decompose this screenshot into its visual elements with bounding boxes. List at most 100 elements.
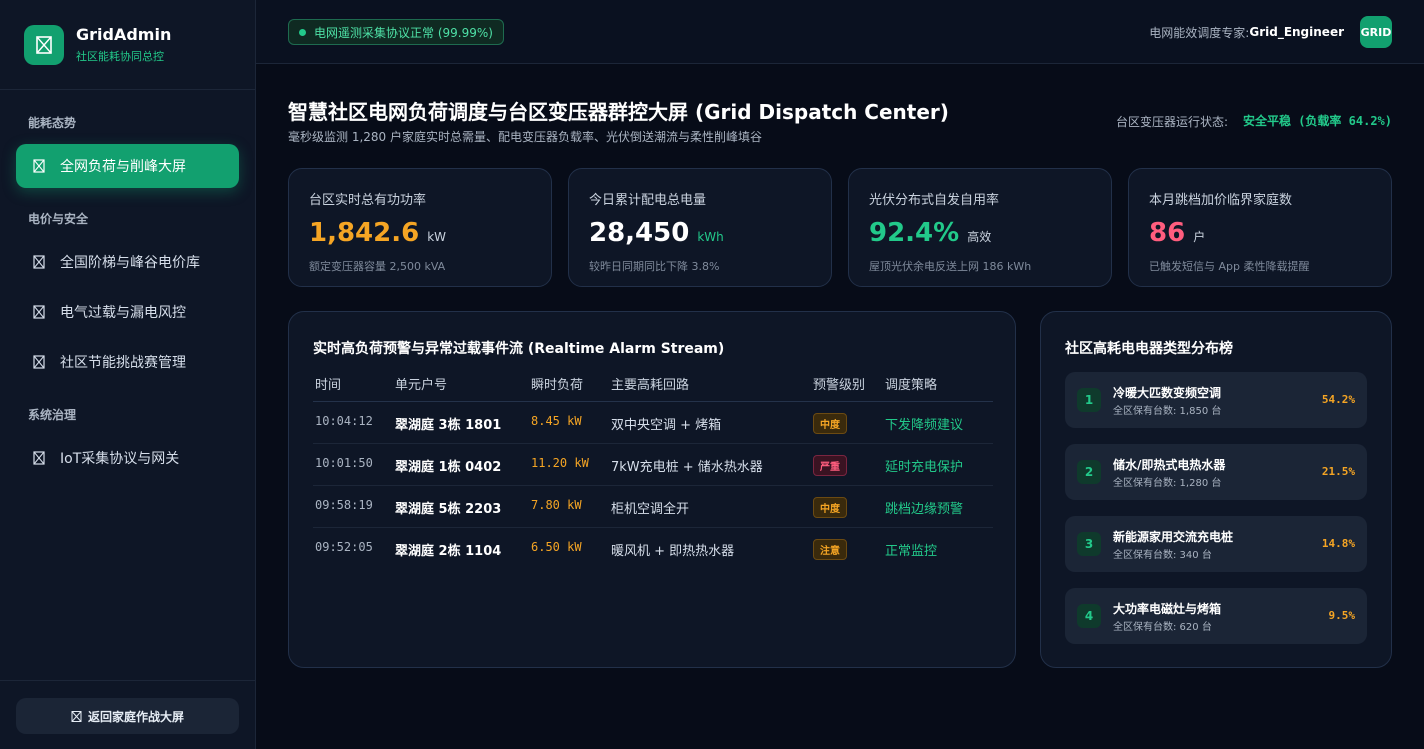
kpi-note: 较昨日同期同比下降 3.8% [589, 260, 720, 273]
nav-section-system: 系统治理 [28, 408, 77, 422]
brand: GridAdmin 社区能耗协同总控 [0, 0, 255, 90]
kpi-unit: 户 [1193, 230, 1206, 244]
cell-circuit: 暖风机 + 即热热水器 [611, 544, 735, 559]
kpi-label: 今日累计配电总电量 [589, 193, 707, 208]
col-level: 预警级别 [813, 378, 866, 393]
price-icon [32, 255, 46, 269]
table-row[interactable]: 09:52:05 翠湖庭 2栋 1104 6.50 kW 暖风机 + 即热热水器… [313, 528, 993, 570]
kpi-card-energy: 今日累计配电总电量 28,450 kWh 较昨日同期同比下降 3.8% [568, 168, 832, 287]
sidebar-item-label: IoT采集协议与网关 [60, 451, 180, 467]
kpi-note: 屋顶光伏余电反送上网 186 kWh [869, 260, 1032, 273]
sidebar-item-label: 全国阶梯与峰谷电价库 [60, 255, 200, 271]
nav-section-price: 电价与安全 [28, 212, 89, 226]
gateway-icon [32, 451, 46, 465]
rank-number: 4 [1077, 604, 1101, 628]
back-to-home-button[interactable]: 返回家庭作战大屏 [16, 698, 239, 734]
sidebar-item-price-library[interactable]: 全国阶梯与峰谷电价库 [16, 240, 239, 284]
user-area: 电网能效调度专家: Grid_Engineer GRID [1149, 16, 1392, 48]
rank-count: 全区保有台数: 1,850 台 [1113, 406, 1222, 417]
cell-load: 7.80 kW [531, 498, 582, 512]
sidebar-item-risk-control[interactable]: 电气过载与漏电风控 [16, 290, 239, 334]
kpi-value: 28,450 [589, 218, 690, 248]
appliance-ranking-panel: 社区高耗电电器类型分布榜 1 冷暖大匹数变频空调 全区保有台数: 1,850 台… [1040, 311, 1392, 668]
cell-time: 10:04:12 [315, 414, 373, 428]
col-unit: 单元户号 [395, 378, 448, 393]
dispatch-action-link[interactable]: 正常监控 [885, 540, 937, 559]
back-icon [71, 710, 82, 722]
cell-unit: 翠湖庭 5栋 2203 [395, 502, 502, 517]
cell-time: 09:52:05 [315, 540, 373, 554]
rank-number: 3 [1077, 532, 1101, 556]
challenge-icon [32, 355, 46, 369]
kpi-label: 本月跳档加价临界家庭数 [1149, 193, 1293, 208]
brand-subtitle: 社区能耗协同总控 [76, 50, 164, 63]
status-text: 电网遥测采集协议正常 (99.99%) [314, 25, 493, 40]
user-name: Grid_Engineer [1249, 25, 1344, 39]
cell-unit: 翠湖庭 2栋 1104 [395, 544, 502, 559]
kpi-unit: 高效 [967, 230, 992, 244]
sidebar: GridAdmin 社区能耗协同总控 能耗态势 全网负荷与削峰大屏 电价与安全 … [0, 0, 256, 749]
list-item[interactable]: 2 储水/即热式电热水器 全区保有台数: 1,280 台 21.5% [1065, 444, 1367, 500]
kpi-card-tier-households: 本月跳档加价临界家庭数 86 户 已触发短信与 App 柔性降载提醒 [1128, 168, 1392, 287]
nav-section-energy: 能耗态势 [28, 116, 77, 130]
sidebar-item-label: 社区节能挑战赛管理 [60, 355, 186, 371]
rank-number: 1 [1077, 388, 1101, 412]
status-dot-icon [299, 28, 306, 36]
kpi-unit: kWh [697, 230, 724, 244]
logo-icon [24, 24, 64, 65]
kpi-card-solar: 光伏分布式自发自用率 92.4% 高效 屋顶光伏余电反送上网 186 kWh [848, 168, 1112, 287]
page-title: 智慧社区电网负荷调度与台区变压器群控大屏 (Grid Dispatch Cent… [288, 100, 949, 124]
rank-count: 全区保有台数: 620 台 [1113, 622, 1212, 633]
kpi-label: 光伏分布式自发自用率 [869, 193, 1000, 208]
cell-load: 11.20 kW [531, 456, 589, 470]
col-time: 时间 [315, 378, 342, 393]
rank-name: 新能源家用交流充电桩 [1113, 530, 1234, 544]
risk-icon [32, 305, 46, 319]
telemetry-status-badge: 电网遥测采集协议正常 (99.99%) [288, 19, 504, 45]
rank-percent: 14.8% [1321, 537, 1355, 550]
sidebar-item-label: 电气过载与漏电风控 [60, 305, 186, 321]
kpi-unit: kW [427, 230, 447, 244]
sidebar-item-iot-gateway[interactable]: IoT采集协议与网关 [16, 436, 239, 480]
avatar[interactable]: GRID [1360, 16, 1392, 48]
back-button-label: 返回家庭作战大屏 [87, 709, 184, 724]
dispatch-action-link[interactable]: 下发降频建议 [885, 414, 963, 433]
col-circuit: 主要高耗回路 [611, 378, 690, 393]
col-load: 瞬时负荷 [531, 378, 584, 393]
dispatch-action-link[interactable]: 跳档边缘预警 [885, 498, 963, 517]
alarm-stream-panel: 实时高负荷预警与异常过载事件流 (Realtime Alarm Stream) … [288, 311, 1016, 668]
kpi-card-power: 台区实时总有功功率 1,842.6 kW 额定变压器容量 2,500 kVA [288, 168, 552, 287]
rank-percent: 21.5% [1321, 465, 1355, 478]
sidebar-item-challenge[interactable]: 社区节能挑战赛管理 [16, 340, 239, 384]
dashboard-icon [32, 159, 46, 173]
topbar: 电网遥测采集协议正常 (99.99%) 电网能效调度专家: Grid_Engin… [256, 0, 1424, 64]
level-badge: 严重 [813, 455, 847, 476]
kpi-note: 额定变压器容量 2,500 kVA [309, 260, 446, 273]
sidebar-item-load-dashboard[interactable]: 全网负荷与削峰大屏 [16, 144, 239, 188]
list-item[interactable]: 4 大功率电磁灶与烤箱 全区保有台数: 620 台 9.5% [1065, 588, 1367, 644]
cell-time: 10:01:50 [315, 456, 373, 470]
table-row[interactable]: 10:04:12 翠湖庭 3栋 1801 8.45 kW 双中央空调 + 烤箱 … [313, 402, 993, 444]
rank-percent: 9.5% [1328, 609, 1356, 622]
rank-count: 全区保有台数: 1,280 台 [1113, 478, 1222, 489]
page-subtitle: 毫秒级监测 1,280 户家庭实时总需量、配电变压器负载率、光伏倒送潮流与柔性削… [288, 130, 762, 144]
kpi-value: 92.4% [869, 218, 960, 248]
list-item[interactable]: 3 新能源家用交流充电桩 全区保有台数: 340 台 14.8% [1065, 516, 1367, 572]
rank-name: 储水/即热式电热水器 [1113, 458, 1226, 472]
table-row[interactable]: 09:58:19 翠湖庭 5栋 2203 7.80 kW 柜机空调全开 中度 跳… [313, 486, 993, 528]
brand-name: GridAdmin [76, 25, 172, 44]
cell-load: 8.45 kW [531, 414, 582, 428]
sidebar-item-label: 全网负荷与削峰大屏 [60, 159, 186, 175]
table-row[interactable]: 10:01:50 翠湖庭 1栋 0402 11.20 kW 7kW充电桩 + 储… [313, 444, 993, 486]
kpi-value: 1,842.6 [309, 218, 420, 248]
kpi-note: 已触发短信与 App 柔性降载提醒 [1149, 260, 1310, 273]
cell-load: 6.50 kW [531, 540, 582, 554]
user-role: 电网能效调度专家: [1149, 25, 1250, 40]
level-badge: 注意 [813, 539, 847, 560]
dispatch-action-link[interactable]: 延时充电保护 [885, 456, 963, 475]
transformer-state-value: 安全平稳 (负载率 64.2%) [1242, 114, 1392, 128]
level-badge: 中度 [813, 413, 847, 434]
level-badge: 中度 [813, 497, 847, 518]
rank-percent: 54.2% [1321, 393, 1355, 406]
list-item[interactable]: 1 冷暖大匹数变频空调 全区保有台数: 1,850 台 54.2% [1065, 372, 1367, 428]
